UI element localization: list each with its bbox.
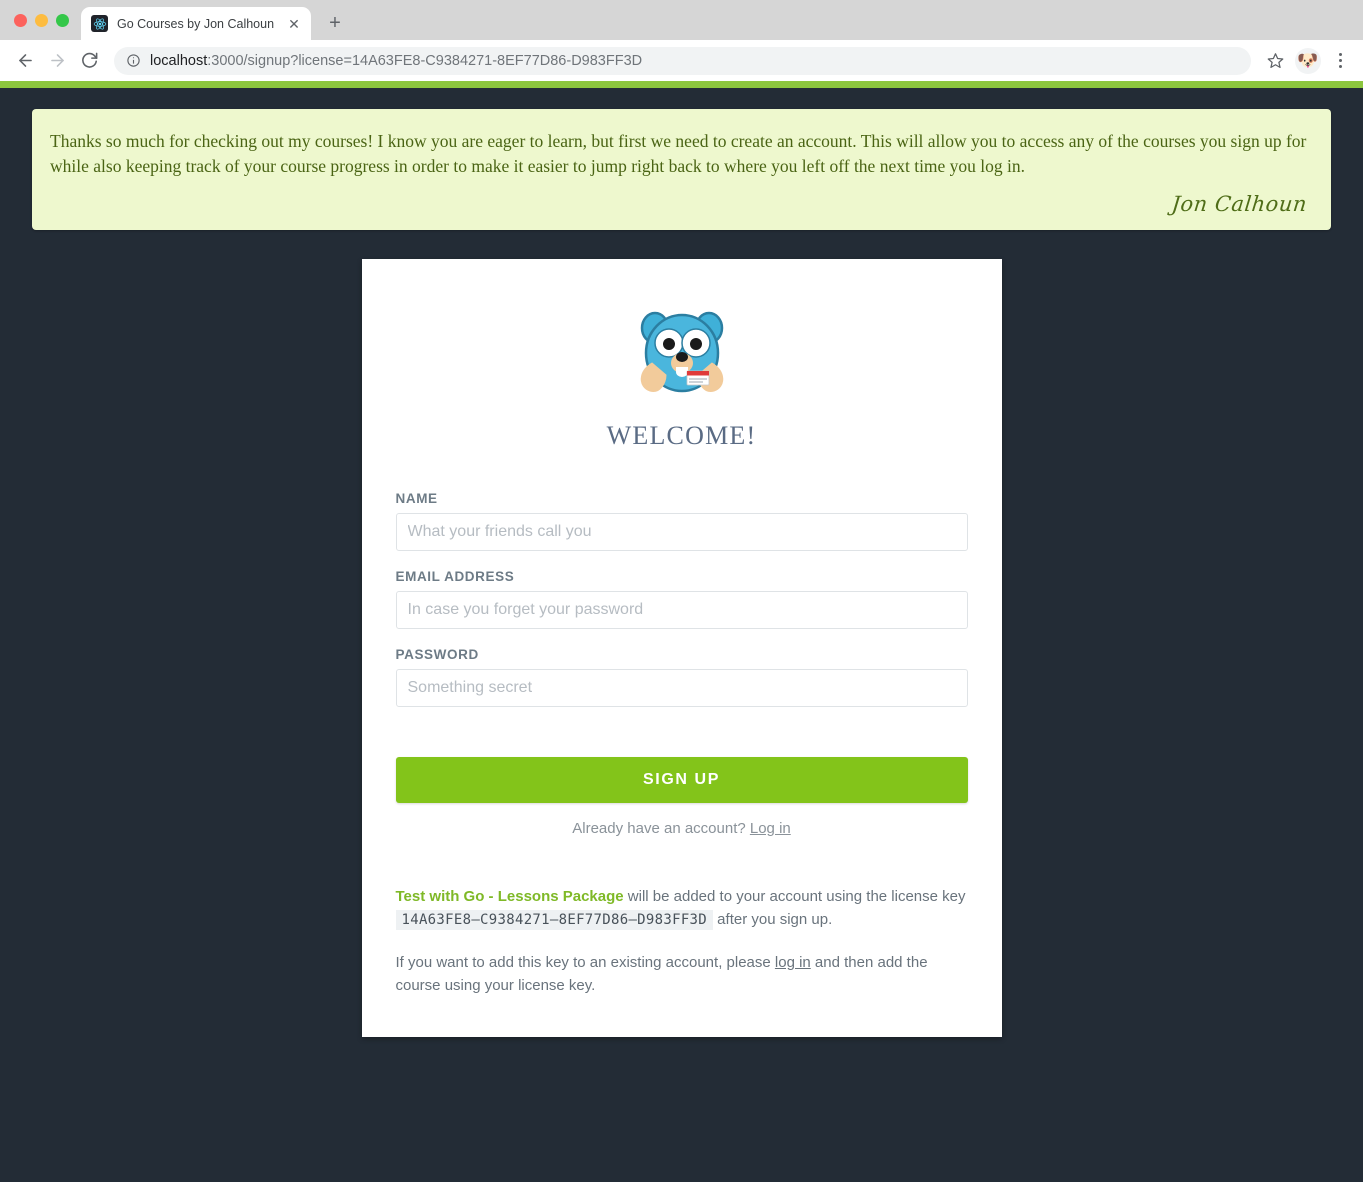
password-label: PASSWORD bbox=[395, 646, 479, 662]
close-tab-button[interactable]: ✕ bbox=[285, 15, 303, 33]
maximize-window-button[interactable] bbox=[56, 13, 69, 27]
log-in-link[interactable]: Log in bbox=[750, 820, 791, 837]
sign-up-button[interactable]: SIGN UP bbox=[395, 756, 968, 803]
license-info: Test with Go - Lessons Package will be a… bbox=[395, 885, 968, 998]
package-name: Test with Go - Lessons Package bbox=[395, 887, 624, 905]
page-viewport: Thanks so much for checking out my cours… bbox=[0, 81, 1363, 1182]
email-input[interactable] bbox=[395, 590, 968, 629]
new-tab-button[interactable]: + bbox=[320, 8, 350, 38]
already-prefix: Already have an account? bbox=[572, 819, 750, 837]
welcome-banner: Thanks so much for checking out my cours… bbox=[32, 109, 1331, 230]
license-sentence-mid: will be added to your account using the … bbox=[623, 887, 966, 905]
email-label: EMAIL ADDRESS bbox=[395, 568, 515, 584]
forward-button[interactable] bbox=[42, 46, 72, 76]
already-have-account: Already have an account? Log in bbox=[396, 820, 968, 837]
browser-toolbar: localhost:3000/signup?license=14A63FE8-C… bbox=[0, 40, 1363, 81]
existing-account-log-in-link[interactable]: log in bbox=[775, 954, 811, 971]
bookmark-star-icon[interactable] bbox=[1261, 47, 1289, 75]
logo-container bbox=[396, 301, 968, 411]
browser-menu-button[interactable] bbox=[1327, 47, 1353, 75]
existing-account-sentence: If you want to add this key to an existi… bbox=[396, 951, 968, 998]
page-info-icon[interactable] bbox=[126, 53, 141, 68]
go-gopher-logo bbox=[632, 301, 732, 411]
license-key: 14A63FE8–C9384271–8EF77D86–D983FF3D bbox=[395, 910, 714, 930]
minimize-window-button[interactable] bbox=[35, 13, 48, 27]
alt-prefix: If you want to add this key to an existi… bbox=[395, 953, 775, 971]
reload-button[interactable] bbox=[74, 46, 104, 76]
close-window-button[interactable] bbox=[14, 13, 27, 27]
react-atom-icon bbox=[91, 15, 108, 32]
name-label: NAME bbox=[395, 490, 438, 506]
field-email: EMAIL ADDRESS bbox=[395, 568, 968, 629]
name-input[interactable] bbox=[395, 512, 968, 551]
top-accent-bar bbox=[0, 81, 1363, 88]
password-input[interactable] bbox=[395, 668, 968, 707]
tab-title: Go Courses by Jon Calhoun bbox=[117, 16, 275, 31]
field-password: PASSWORD bbox=[395, 646, 968, 707]
banner-message: Thanks so much for checking out my cours… bbox=[50, 131, 1307, 177]
window-controls bbox=[10, 0, 81, 40]
signup-card: WELCOME! NAME EMAIL ADDRESS PASSWORD SIG… bbox=[361, 258, 1002, 1038]
address-bar-url: localhost:3000/signup?license=14A63FE8-C… bbox=[150, 53, 642, 69]
address-bar[interactable]: localhost:3000/signup?license=14A63FE8-C… bbox=[114, 46, 1251, 75]
profile-avatar[interactable]: 🐶 bbox=[1295, 47, 1321, 74]
banner-signature: Jon Calhoun bbox=[1170, 191, 1309, 216]
back-button[interactable] bbox=[10, 46, 40, 76]
url-path: :3000/signup?license=14A63FE8-C9384271-8… bbox=[207, 52, 643, 69]
browser-window: Go Courses by Jon Calhoun ✕ + localhost:… bbox=[0, 0, 1363, 1182]
license-sentence: Test with Go - Lessons Package will be a… bbox=[395, 885, 968, 932]
page-title: WELCOME! bbox=[606, 420, 757, 450]
browser-tab[interactable]: Go Courses by Jon Calhoun ✕ bbox=[81, 7, 311, 40]
license-sentence-end: after you sign up. bbox=[713, 911, 833, 928]
tab-strip: Go Courses by Jon Calhoun ✕ + bbox=[0, 0, 1363, 40]
field-name: NAME bbox=[395, 490, 968, 551]
url-host: localhost bbox=[150, 52, 208, 69]
